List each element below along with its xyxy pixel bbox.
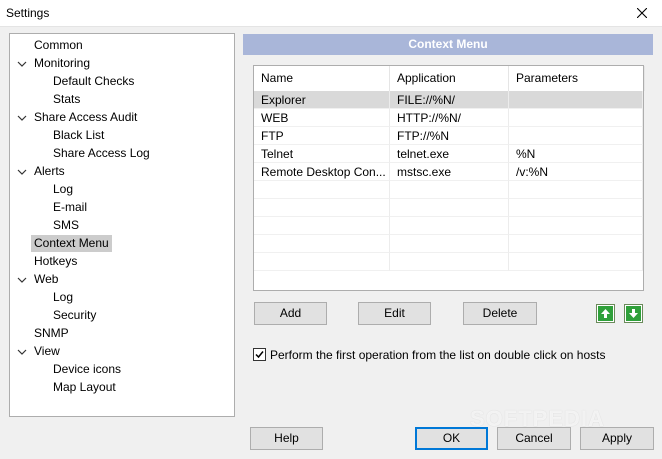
tree-item-e-mail[interactable]: E-mail xyxy=(50,199,90,216)
cell-parameters xyxy=(509,91,643,109)
tree-item-web[interactable]: Web xyxy=(31,271,61,288)
tree-item-black-list[interactable]: Black List xyxy=(50,127,107,144)
cell-name xyxy=(254,235,390,253)
tree-item-share-access-log[interactable]: Share Access Log xyxy=(50,145,153,162)
tree-item-hotkeys[interactable]: Hotkeys xyxy=(31,253,80,270)
move-up-button[interactable] xyxy=(596,304,615,323)
cell-parameters: %N xyxy=(509,145,643,163)
chevron-down-icon[interactable] xyxy=(17,167,27,177)
cell-parameters xyxy=(509,253,643,271)
arrow-down-icon xyxy=(626,306,641,321)
table-row[interactable]: Explorer FILE://%N/ xyxy=(254,91,643,109)
tree-item-stats[interactable]: Stats xyxy=(50,91,83,108)
cell-application: telnet.exe xyxy=(390,145,509,163)
cell-application xyxy=(390,235,509,253)
cell-application: FTP://%N xyxy=(390,127,509,145)
chevron-down-icon[interactable] xyxy=(17,347,27,357)
cell-application xyxy=(390,181,509,199)
cell-application: FILE://%N/ xyxy=(390,91,509,109)
close-icon[interactable] xyxy=(622,0,662,26)
cell-parameters xyxy=(509,181,643,199)
table-row[interactable]: Telnet telnet.exe %N xyxy=(254,145,643,163)
help-button[interactable]: Help xyxy=(250,427,323,450)
empty-row xyxy=(254,253,643,271)
cell-name: Telnet xyxy=(254,145,390,163)
cell-name xyxy=(254,217,390,235)
cell-name: FTP xyxy=(254,127,390,145)
empty-row xyxy=(254,217,643,235)
add-button[interactable]: Add xyxy=(254,302,327,325)
column-header-name[interactable]: Name xyxy=(254,66,390,91)
tree-item-log[interactable]: Log xyxy=(50,181,76,198)
move-down-button[interactable] xyxy=(624,304,643,323)
cell-parameters: /v:%N xyxy=(509,163,643,181)
cell-name xyxy=(254,253,390,271)
column-header-parameters[interactable]: Parameters xyxy=(509,66,645,91)
settings-tree[interactable]: Common Monitoring Default Checks Stats Share… xyxy=(9,33,235,417)
tree-item-view[interactable]: View xyxy=(31,343,63,360)
tree-item-common[interactable]: Common xyxy=(31,37,86,54)
cell-name: Remote Desktop Con... xyxy=(254,163,390,181)
tree-item-device-icons[interactable]: Device icons xyxy=(50,361,124,378)
cell-name: Explorer xyxy=(254,91,390,109)
cell-application: HTTP://%N/ xyxy=(390,109,509,127)
section-header: Context Menu xyxy=(243,34,653,55)
column-header-application[interactable]: Application xyxy=(390,66,509,91)
cell-parameters xyxy=(509,199,643,217)
context-menu-list[interactable]: Name Application Parameters Explorer FILE… xyxy=(253,65,645,291)
chevron-down-icon[interactable] xyxy=(17,275,27,285)
tree-item-default-checks[interactable]: Default Checks xyxy=(50,73,137,90)
double-click-checkbox[interactable] xyxy=(253,348,266,361)
tree-item-snmp[interactable]: SNMP xyxy=(31,325,72,342)
chevron-down-icon[interactable] xyxy=(17,59,27,69)
edit-button[interactable]: Edit xyxy=(358,302,431,325)
cell-application xyxy=(390,217,509,235)
cell-application: mstsc.exe xyxy=(390,163,509,181)
cell-parameters xyxy=(509,217,643,235)
table-row[interactable]: Remote Desktop Con... mstsc.exe/v:%N xyxy=(254,163,643,181)
double-click-label: Perform the first operation from the lis… xyxy=(270,348,606,362)
tree-item-log[interactable]: Log xyxy=(50,289,76,306)
cell-name xyxy=(254,199,390,217)
tree-item-monitoring[interactable]: Monitoring xyxy=(31,55,93,72)
cell-name: WEB xyxy=(254,109,390,127)
empty-row xyxy=(254,181,643,199)
tree-item-sms[interactable]: SMS xyxy=(50,217,82,234)
tree-item-share-access-audit[interactable]: Share Access Audit xyxy=(31,109,140,126)
window-title: Settings xyxy=(6,6,50,20)
checkmark-icon xyxy=(255,351,264,359)
title-bar: Settings xyxy=(0,0,662,27)
empty-row xyxy=(254,235,643,253)
cell-name xyxy=(254,181,390,199)
cell-parameters xyxy=(509,127,643,145)
tree-item-map-layout[interactable]: Map Layout xyxy=(50,379,119,396)
cell-application xyxy=(390,199,509,217)
tree-item-context-menu[interactable]: Context Menu xyxy=(31,235,112,252)
table-row[interactable]: WEB HTTP://%N/ xyxy=(254,109,643,127)
cell-application xyxy=(390,253,509,271)
cell-parameters xyxy=(509,235,643,253)
arrow-up-icon xyxy=(598,306,613,321)
empty-row xyxy=(254,199,643,217)
table-row[interactable]: FTP FTP://%N xyxy=(254,127,643,145)
tree-item-alerts[interactable]: Alerts xyxy=(31,163,68,180)
cell-parameters xyxy=(509,109,643,127)
chevron-down-icon[interactable] xyxy=(17,113,27,123)
watermark: SOFTPEDIA xyxy=(470,406,605,431)
delete-button[interactable]: Delete xyxy=(463,302,537,325)
tree-item-security[interactable]: Security xyxy=(50,307,99,324)
